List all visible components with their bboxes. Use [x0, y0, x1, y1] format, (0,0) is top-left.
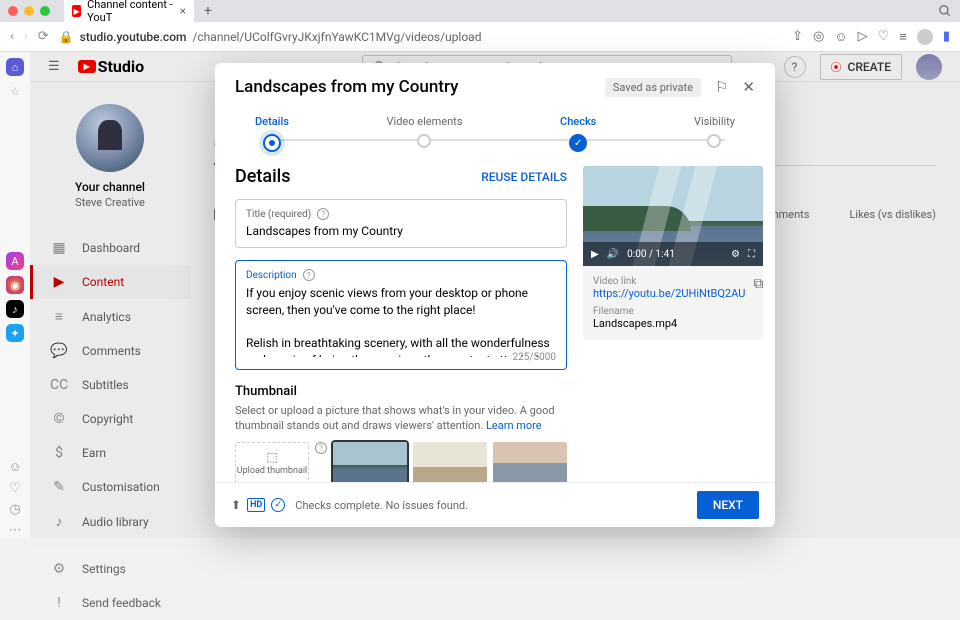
- modal-footer: ⬆ HD ✓ Checks complete. No issues found.…: [215, 482, 775, 527]
- description-field[interactable]: Description ? 225/5000: [235, 260, 567, 370]
- heart-icon[interactable]: ♡: [878, 29, 890, 44]
- browser-profile-icon[interactable]: [917, 29, 933, 45]
- os-clock-icon[interactable]: ◷: [9, 502, 20, 517]
- info-icon[interactable]: ?: [303, 269, 315, 281]
- video-info: Video link https://youtu.be/2UHiNtBQ2AU …: [583, 266, 763, 340]
- extension-icon[interactable]: ▮: [943, 29, 950, 44]
- fullscreen-icon[interactable]: ⛶: [748, 249, 755, 260]
- traffic-lights: [8, 6, 50, 16]
- video-link-label: Video link: [593, 276, 745, 287]
- nav-back-icon[interactable]: ‹: [10, 29, 14, 44]
- filename-label: Filename: [593, 306, 753, 317]
- os-app2-icon[interactable]: A: [6, 252, 24, 270]
- tiktok-icon[interactable]: ♪: [6, 300, 24, 318]
- title-field[interactable]: Title (required) ?: [235, 199, 567, 248]
- play-store-icon[interactable]: ▷: [858, 29, 868, 44]
- feedback-icon[interactable]: ⚐: [715, 78, 728, 96]
- sidebar-item-send-feedback[interactable]: !Send feedback: [30, 586, 190, 620]
- description-input[interactable]: [246, 285, 556, 357]
- lock-icon: 🔒: [59, 30, 74, 44]
- thumbnail-desc: Select or upload a picture that shows wh…: [235, 403, 567, 434]
- browser-tabs-search-icon[interactable]: [938, 4, 952, 18]
- next-button[interactable]: NEXT: [697, 491, 759, 519]
- browser-tab[interactable]: ▶ Channel content - YouT ×: [64, 0, 194, 27]
- close-icon[interactable]: ✕: [742, 78, 755, 96]
- upload-icon: ⬚: [266, 450, 277, 464]
- reuse-details-button[interactable]: REUSE DETAILS: [481, 170, 567, 184]
- title-field-label: Title (required): [246, 209, 311, 220]
- learn-more-link[interactable]: Learn more: [486, 419, 542, 432]
- url-bar[interactable]: 🔒 studio.youtube.com/channel/UColfGvryJK…: [59, 30, 782, 44]
- upload-progress-icon: ⬆: [231, 498, 241, 512]
- status-text: Checks complete. No issues found.: [295, 499, 468, 512]
- tab-close-icon[interactable]: ×: [180, 4, 186, 18]
- instagram-icon[interactable]: ◉: [6, 276, 24, 294]
- step-visibility[interactable]: Visibility: [694, 115, 735, 152]
- url-domain: studio.youtube.com: [80, 30, 187, 44]
- info-icon[interactable]: ?: [317, 208, 329, 220]
- play-icon[interactable]: ▶: [591, 249, 599, 260]
- step-checks[interactable]: Checks: [560, 115, 596, 152]
- youtube-studio-app: ☰ ▶ Studio Search across your channel ? …: [30, 52, 960, 538]
- thumbnail-title: Thumbnail: [235, 384, 567, 399]
- new-tab-button[interactable]: +: [200, 3, 216, 19]
- video-link[interactable]: https://youtu.be/2UHiNtBQ2AU: [593, 287, 745, 300]
- step-video-elements[interactable]: Video elements: [387, 115, 463, 152]
- modal-backdrop: Landscapes from my Country Saved as priv…: [30, 52, 960, 538]
- nav-icon: !: [50, 595, 68, 611]
- char-count: 225/5000: [513, 352, 556, 363]
- saved-badge: Saved as private: [605, 78, 701, 97]
- thumbnail-option-3[interactable]: [493, 442, 567, 482]
- os-star-icon[interactable]: ☆: [6, 82, 24, 100]
- window-close[interactable]: [8, 6, 18, 16]
- os-smiley-icon[interactable]: ☺: [8, 459, 21, 475]
- video-preview[interactable]: ▶ 🔊 0:00 / 1:41 ⚙ ⛶: [583, 166, 763, 266]
- url-path: /channel/UColfGvryJKxjfnYawKC1MVg/videos…: [192, 30, 481, 44]
- os-more-icon[interactable]: ⋯: [9, 523, 22, 538]
- youtube-favicon-icon: ▶: [72, 5, 81, 17]
- step-details[interactable]: Details: [255, 115, 289, 152]
- upload-modal: Landscapes from my Country Saved as priv…: [215, 63, 775, 527]
- check-complete-icon: ✓: [271, 498, 285, 512]
- copy-icon[interactable]: ⧉: [753, 276, 763, 292]
- thumbnail-option-1[interactable]: [333, 442, 407, 482]
- info-icon[interactable]: ?: [315, 442, 327, 454]
- modal-title: Landscapes from my Country: [235, 77, 605, 97]
- camera-icon[interactable]: ◎: [813, 29, 824, 44]
- browser-tab-bar: ▶ Channel content - YouT × +: [0, 0, 960, 22]
- window-maximize[interactable]: [40, 6, 50, 16]
- video-controls: ▶ 🔊 0:00 / 1:41 ⚙ ⛶: [583, 242, 763, 266]
- upload-thumbnail-button[interactable]: ⬚ Upload thumbnail: [235, 442, 309, 482]
- stepper: Details Video elements Checks Visibility: [215, 111, 775, 152]
- window-minimize[interactable]: [24, 6, 34, 16]
- nav-icon: ⚙: [50, 561, 68, 577]
- sidebar-item-settings[interactable]: ⚙Settings: [30, 552, 190, 586]
- tab-title: Channel content - YouT: [87, 0, 173, 24]
- os-sidebar: ⌂ ☆ A ◉ ♪ ✦ ☺ ♡ ◷ ⋯: [0, 52, 30, 538]
- os-app-icon[interactable]: ⌂: [6, 58, 24, 76]
- nav-forward-icon: ›: [24, 29, 28, 44]
- title-input[interactable]: [246, 224, 556, 238]
- description-field-label: Description: [246, 270, 297, 281]
- video-time: 0:00 / 1:41: [627, 249, 675, 260]
- modal-body: Details REUSE DETAILS Title (required) ?…: [215, 152, 775, 482]
- menu-icon[interactable]: ≡: [899, 29, 907, 45]
- thumbnail-option-2[interactable]: [413, 442, 487, 482]
- thumbnail-section: Thumbnail Select or upload a picture tha…: [235, 384, 567, 482]
- share-icon[interactable]: ⇪: [792, 29, 803, 44]
- os-heart-icon[interactable]: ♡: [9, 481, 21, 496]
- section-title: Details: [235, 166, 291, 187]
- volume-icon[interactable]: 🔊: [607, 249, 619, 260]
- settings-icon[interactable]: ⚙: [731, 249, 740, 260]
- twitter-icon[interactable]: ✦: [6, 324, 24, 342]
- smiley-icon[interactable]: ☺: [834, 29, 847, 45]
- hd-badge: HD: [247, 498, 265, 512]
- nav-reload-icon[interactable]: ⟳: [38, 29, 49, 44]
- modal-header: Landscapes from my Country Saved as priv…: [215, 63, 775, 111]
- filename: Landscapes.mp4: [593, 317, 753, 330]
